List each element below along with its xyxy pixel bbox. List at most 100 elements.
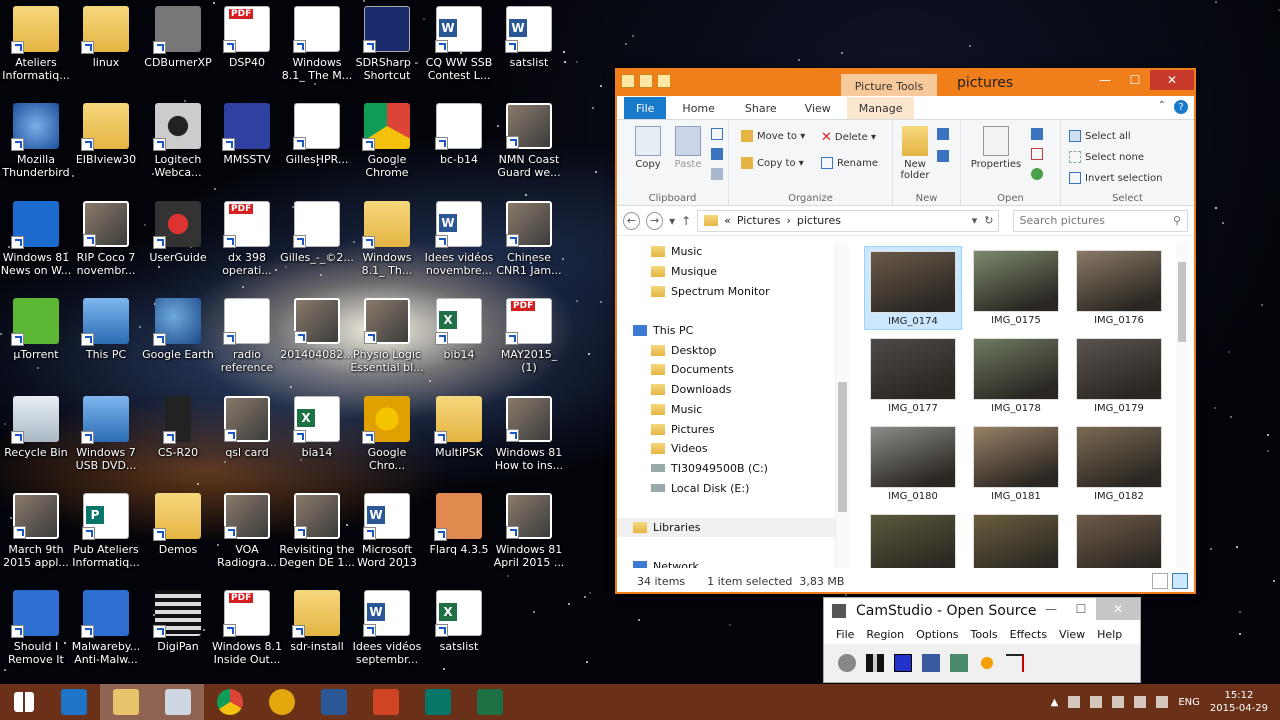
desktop-icon[interactable]: MultiPSK bbox=[420, 390, 498, 484]
desktop-icon[interactable]: Physio Logic Essential bl... bbox=[348, 292, 426, 386]
copy-to-button[interactable]: Copy to ▾ bbox=[741, 157, 804, 169]
desktop-icon[interactable]: Windows 81 How to ins... bbox=[490, 390, 568, 484]
desktop-icon[interactable]: Windows 7 USB DVD... bbox=[67, 390, 145, 484]
desktop-icon[interactable]: CS-R20 bbox=[139, 390, 217, 484]
desktop-icon[interactable]: March 9th 2015 appl... bbox=[0, 487, 75, 581]
desktop-icon[interactable]: µTorrent bbox=[0, 292, 75, 386]
cut-icon[interactable] bbox=[711, 128, 727, 140]
minimize-button[interactable]: — bbox=[1090, 70, 1120, 90]
desktop-icon[interactable]: Gilles_-_©2... bbox=[278, 195, 356, 289]
copy-path-icon[interactable] bbox=[711, 148, 727, 160]
cursor-options-icon[interactable] bbox=[1006, 654, 1024, 672]
rename-button[interactable]: Rename bbox=[821, 157, 878, 169]
desktop-icon[interactable]: Xbib14 bbox=[420, 292, 498, 386]
desktop-icon[interactable]: Windows 8.1_ Th... bbox=[348, 195, 426, 289]
history-icon[interactable] bbox=[1031, 168, 1047, 180]
help-icon[interactable]: ? bbox=[1174, 100, 1188, 114]
file-tile[interactable]: IMG_0175 bbox=[967, 246, 1065, 330]
ie-taskbar[interactable] bbox=[48, 684, 100, 720]
folder-icon[interactable] bbox=[621, 74, 635, 88]
scrollbar-thumb[interactable] bbox=[1178, 262, 1186, 342]
new-folder-icon[interactable] bbox=[657, 74, 671, 88]
desktop-icon[interactable]: This PC bbox=[67, 292, 145, 386]
desktop-icon[interactable]: bc-b14 bbox=[420, 97, 498, 191]
record-icon[interactable] bbox=[838, 654, 856, 672]
tab-home[interactable]: Home bbox=[670, 97, 726, 119]
maximize-button[interactable]: ☐ bbox=[1066, 598, 1096, 620]
open-icon[interactable] bbox=[1031, 128, 1047, 140]
menu-item-help[interactable]: Help bbox=[1097, 628, 1122, 641]
powerpoint-taskbar[interactable] bbox=[360, 684, 412, 720]
volume-icon[interactable] bbox=[1156, 696, 1169, 708]
word-taskbar[interactable] bbox=[308, 684, 360, 720]
recent-locations-icon[interactable]: ▾ bbox=[669, 214, 675, 228]
nav-item[interactable]: Music bbox=[617, 242, 849, 262]
new-folder-button[interactable]: New folder bbox=[897, 126, 933, 181]
desktop-icon[interactable]: Windows 81 April 2015 ... bbox=[490, 487, 568, 581]
nav-item[interactable]: Musique bbox=[617, 262, 849, 282]
desktop-icon[interactable]: Google Chro... bbox=[348, 390, 426, 484]
nav-item[interactable]: Desktop bbox=[617, 340, 849, 360]
menu-item-effects[interactable]: Effects bbox=[1010, 628, 1047, 641]
breadcrumb-pictures[interactable]: Pictures bbox=[737, 214, 781, 227]
forward-button[interactable]: → bbox=[646, 211, 664, 230]
menu-item-file[interactable]: File bbox=[836, 628, 854, 641]
invert-selection-button[interactable]: Invert selection bbox=[1069, 172, 1163, 184]
desktop-icon[interactable]: Flarq 4.3.5 bbox=[420, 487, 498, 581]
desktop-icon[interactable]: PDF dx 398 operati... bbox=[208, 195, 286, 289]
desktop-icon[interactable]: VOA Radiogra... bbox=[208, 487, 286, 581]
desktop-icon[interactable]: MMSSTV bbox=[208, 97, 286, 191]
tab-share[interactable]: Share bbox=[733, 97, 789, 119]
chrome-taskbar[interactable] bbox=[204, 684, 256, 720]
easy-access-icon[interactable] bbox=[937, 150, 953, 162]
copy-button[interactable]: Copy bbox=[631, 126, 665, 170]
scrollbar-thumb[interactable] bbox=[838, 382, 847, 512]
clock[interactable]: 15:12 2015-04-29 bbox=[1210, 689, 1268, 715]
camstudio-window[interactable]: CamStudio - Open Source — ☐ ✕ File Region… bbox=[823, 597, 1141, 683]
network-icon[interactable] bbox=[1068, 696, 1081, 708]
nav-item[interactable]: This PC bbox=[617, 321, 849, 341]
desktop-icon[interactable]: Mozilla Thunderbird bbox=[0, 97, 75, 191]
file-list[interactable]: IMG_0174 IMG_0175 IMG_0176 IMG_0177 IMG_0178… bbox=[857, 242, 1177, 568]
menu-item-tools[interactable]: Tools bbox=[971, 628, 998, 641]
tab-file[interactable]: File bbox=[624, 97, 667, 119]
desktop-icon[interactable]: SDRSharp - Shortcut bbox=[348, 0, 426, 94]
desktop-icon[interactable]: UserGuide bbox=[139, 195, 217, 289]
desktop-icon[interactable]: Logitech Webca... bbox=[139, 97, 217, 191]
nav-item[interactable]: TI30949500B (C:) bbox=[617, 459, 849, 479]
file-tile[interactable]: IMG_0174 bbox=[864, 246, 962, 330]
action-center-icon[interactable] bbox=[1112, 696, 1125, 708]
tray-expand-icon[interactable]: ▲ bbox=[1051, 697, 1059, 708]
navigation-pane[interactable]: Music Musique Spectrum Monitor This PC Deskt… bbox=[617, 242, 849, 568]
nav-item[interactable]: Spectrum Monitor bbox=[617, 281, 849, 301]
desktop-icon[interactable]: W Microsoft Word 2013 bbox=[348, 487, 426, 581]
desktop-icon[interactable]: Recycle Bin bbox=[0, 390, 75, 484]
desktop-icon[interactable]: W CQ WW SSB Contest L... bbox=[420, 0, 498, 94]
stop-icon[interactable] bbox=[894, 654, 912, 672]
desktop-icon[interactable]: NMN Coast Guard we... bbox=[490, 97, 568, 191]
desktop-icon[interactable]: Chinese CNR1 Jam... bbox=[490, 195, 568, 289]
nav-item[interactable]: Music bbox=[617, 400, 849, 420]
nav-item[interactable]: Pictures bbox=[617, 419, 849, 439]
region-icon[interactable] bbox=[922, 654, 940, 672]
properties-button[interactable]: Properties bbox=[971, 126, 1021, 170]
tab-view[interactable]: View bbox=[793, 97, 843, 119]
menu-item-view[interactable]: View bbox=[1059, 628, 1085, 641]
desktop-icon[interactable]: PDF MAY2015_ (1) bbox=[490, 292, 568, 386]
file-explorer-window[interactable]: Picture Tools pictures — ☐ ✕ File Home S… bbox=[615, 68, 1196, 594]
annotation-icon[interactable] bbox=[950, 654, 968, 672]
file-tile[interactable] bbox=[967, 510, 1065, 568]
minimize-button[interactable]: — bbox=[1036, 598, 1066, 620]
breadcrumb-current[interactable]: pictures bbox=[797, 214, 841, 227]
file-list-scrollbar[interactable] bbox=[1176, 242, 1188, 568]
file-tile[interactable]: IMG_0177 bbox=[864, 334, 962, 418]
desktop-icon[interactable]: W Idees vidéos septembr... bbox=[348, 584, 426, 678]
desktop-icon[interactable]: PDF DSP40 bbox=[208, 0, 286, 94]
desktop-icon[interactable]: Demos bbox=[139, 487, 217, 581]
address-bar[interactable]: « Pictures › pictures ▾ ↻ bbox=[697, 209, 999, 232]
desktop-icon[interactable]: sdr-install bbox=[278, 584, 356, 678]
pause-icon[interactable] bbox=[866, 654, 884, 672]
desktop-icon[interactable]: Malwareby... Anti-Malw... bbox=[67, 584, 145, 678]
file-tile[interactable] bbox=[864, 510, 962, 568]
desktop-icon[interactable]: PDF Windows 8.1 Inside Out... bbox=[208, 584, 286, 678]
